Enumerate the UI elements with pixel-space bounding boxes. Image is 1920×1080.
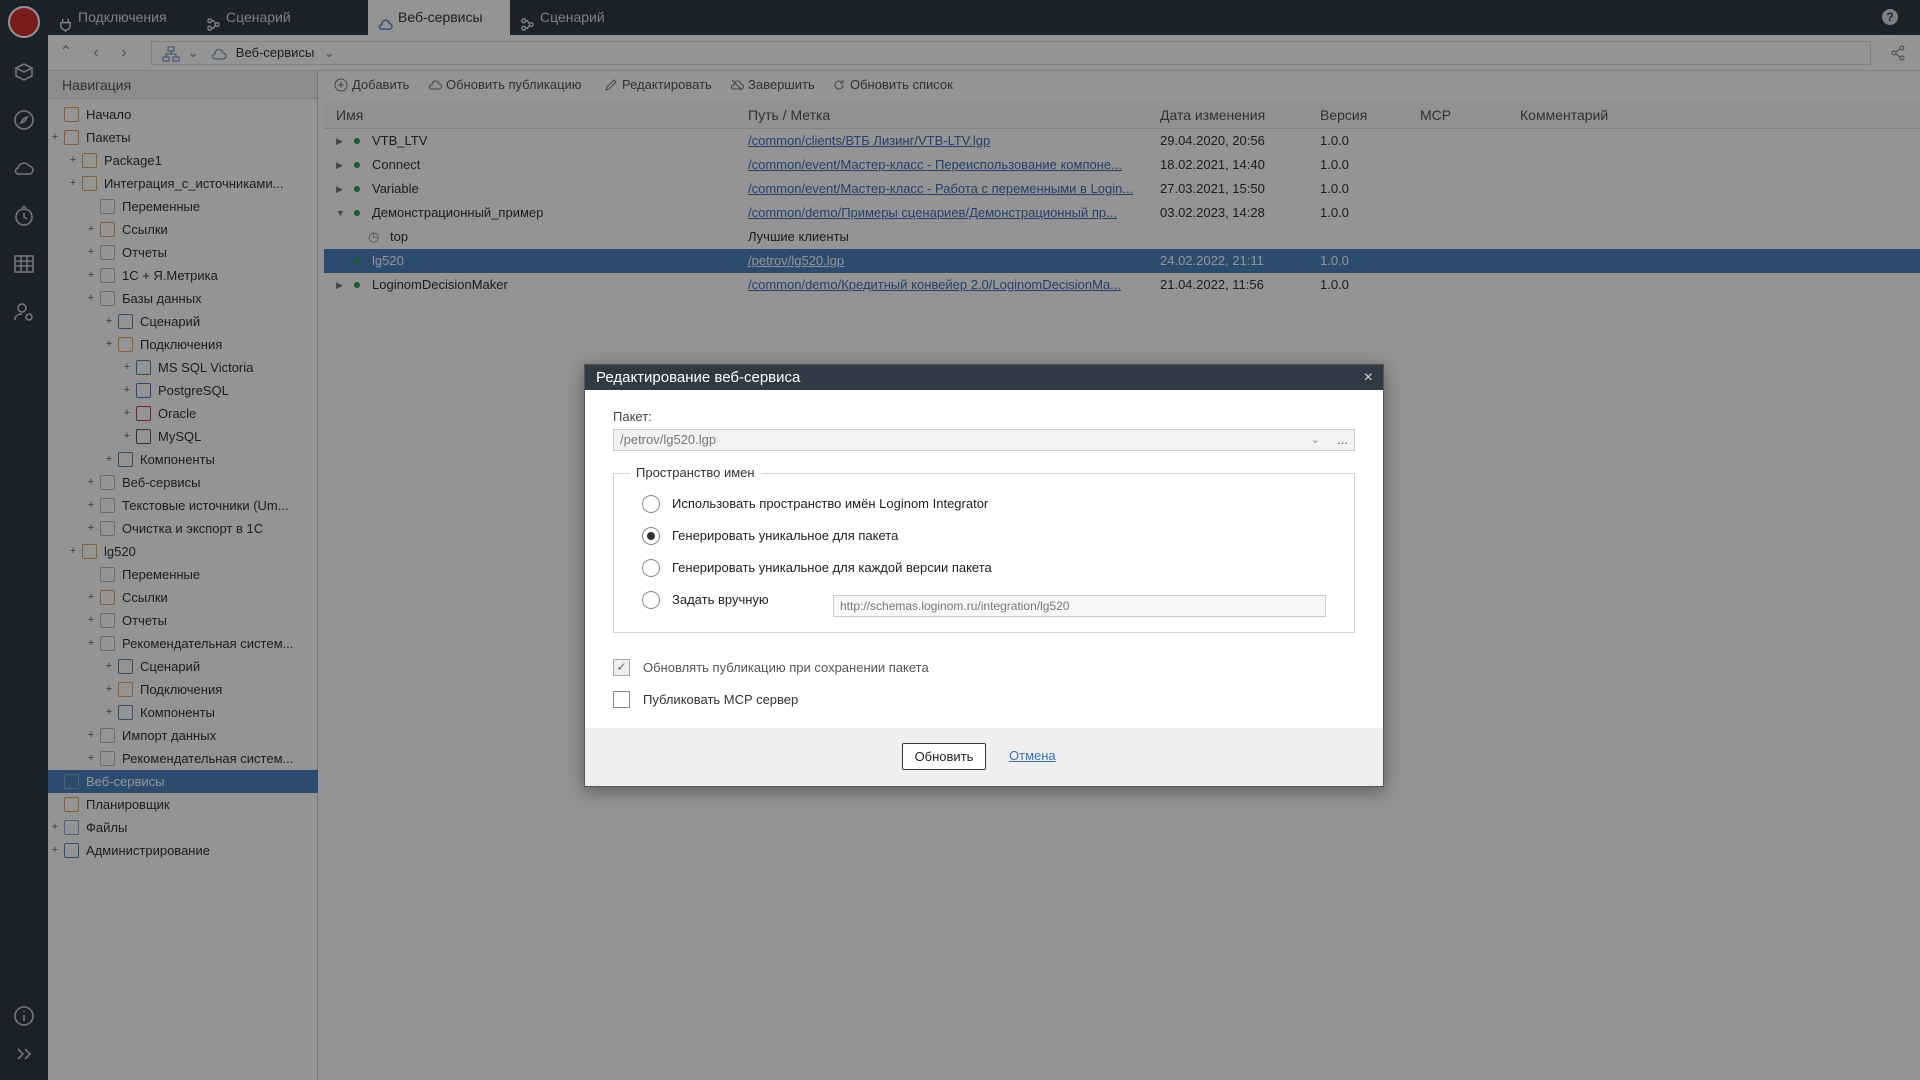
publish-mcp-label: Публиковать MCP сервер xyxy=(643,692,799,707)
browse-button[interactable]: ... xyxy=(1337,430,1348,450)
dialog-title-bar: Редактирование веб-сервиса × xyxy=(585,365,1383,390)
radio-unique-per-package[interactable] xyxy=(642,527,660,545)
publish-mcp-checkbox[interactable] xyxy=(613,691,630,708)
chevron-down-icon[interactable]: ⌄ xyxy=(1311,430,1320,450)
radio-unique-per-version[interactable] xyxy=(642,559,660,577)
namespace-group: Пространство имен Использовать пространс… xyxy=(613,465,1355,633)
package-field[interactable]: /petrov/lg520.lgp ⌄ ... xyxy=(613,429,1355,451)
package-label: Пакет: xyxy=(613,409,652,424)
update-on-save-label: Обновлять публикацию при сохранении паке… xyxy=(643,660,929,675)
radio-label: Генерировать уникальное для каждой верси… xyxy=(672,560,992,575)
radio-manual[interactable] xyxy=(642,591,660,609)
update-on-save-checkbox[interactable]: ✓ xyxy=(613,659,630,676)
update-button[interactable]: Обновить xyxy=(902,743,986,770)
cancel-button[interactable]: Отмена xyxy=(1009,748,1056,763)
radio-label: Генерировать уникальное для пакета xyxy=(672,528,899,543)
radio-label: Использовать пространство имён Loginom I… xyxy=(672,496,989,511)
radio-label: Задать вручную xyxy=(672,592,769,607)
close-icon[interactable]: × xyxy=(1364,365,1373,390)
package-value: /petrov/lg520.lgp xyxy=(620,432,717,447)
dialog-footer: Обновить Отмена xyxy=(585,728,1383,786)
manual-namespace-input[interactable]: http://schemas.loginom.ru/integration/lg… xyxy=(833,595,1326,617)
namespace-legend: Пространство имен xyxy=(630,465,761,480)
dialog-body: Пакет: /petrov/lg520.lgp ⌄ ... Пространс… xyxy=(585,390,1383,729)
edit-web-service-dialog: Редактирование веб-сервиса × Пакет: /pet… xyxy=(584,364,1384,787)
dialog-title: Редактирование веб-сервиса xyxy=(596,369,801,386)
radio-use-integrator-ns[interactable] xyxy=(642,495,660,513)
